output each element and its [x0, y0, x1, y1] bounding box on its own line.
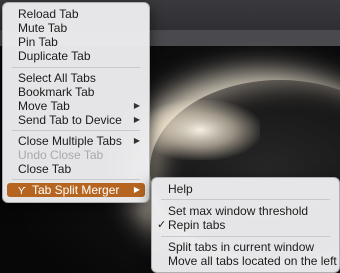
menu-item-mute-tab[interactable]: Mute Tab — [7, 21, 145, 35]
tab-split-merger-icon: ϒ — [18, 186, 26, 197]
menu-item-move-tab[interactable]: Move Tab ▶ — [7, 99, 145, 113]
submenu-arrow-icon: ▶ — [133, 136, 140, 145]
submenu-item-set-max-window-threshold[interactable]: Set max window threshold — [156, 204, 335, 218]
menu-separator — [161, 236, 330, 237]
menu-item-send-tab-to-device[interactable]: Send Tab to Device ▶ — [7, 113, 145, 127]
submenu-item-repin-tabs[interactable]: ✓ Repin tabs — [156, 218, 335, 232]
menu-item-reload-tab[interactable]: Reload Tab — [7, 7, 145, 21]
tab-context-menu: Reload Tab Mute Tab Pin Tab Duplicate Ta… — [2, 2, 150, 203]
menu-separator — [12, 67, 140, 68]
submenu-item-split-tabs-in-current-window[interactable]: Split tabs in current window — [156, 240, 335, 254]
menu-item-bookmark-tab[interactable]: Bookmark Tab — [7, 85, 145, 99]
submenu-arrow-icon: ▶ — [133, 185, 140, 194]
tab-split-merger-submenu: Help Set max window threshold ✓ Repin tab… — [151, 177, 340, 273]
menu-item-tab-split-merger[interactable]: ϒ Tab Split Merger ▶ — [7, 183, 145, 197]
submenu-item-help[interactable]: Help — [156, 182, 335, 196]
menu-item-duplicate-tab[interactable]: Duplicate Tab — [7, 49, 145, 63]
menu-separator — [12, 179, 140, 180]
menu-separator — [12, 130, 140, 131]
menu-item-close-multiple-tabs[interactable]: Close Multiple Tabs ▶ — [7, 134, 145, 148]
planet-glow — [140, 100, 260, 160]
checkmark-icon: ✓ — [157, 219, 167, 231]
menu-item-close-tab[interactable]: Close Tab — [7, 162, 145, 176]
menu-item-pin-tab[interactable]: Pin Tab — [7, 35, 145, 49]
menu-item-select-all-tabs[interactable]: Select All Tabs — [7, 71, 145, 85]
menu-item-undo-close-tab: Undo Close Tab — [18, 148, 104, 162]
submenu-arrow-icon: ▶ — [133, 115, 140, 124]
submenu-arrow-icon: ▶ — [133, 101, 140, 110]
submenu-item-move-all-tabs-left[interactable]: Move all tabs located on the left — [156, 254, 337, 268]
menu-separator — [161, 199, 330, 200]
